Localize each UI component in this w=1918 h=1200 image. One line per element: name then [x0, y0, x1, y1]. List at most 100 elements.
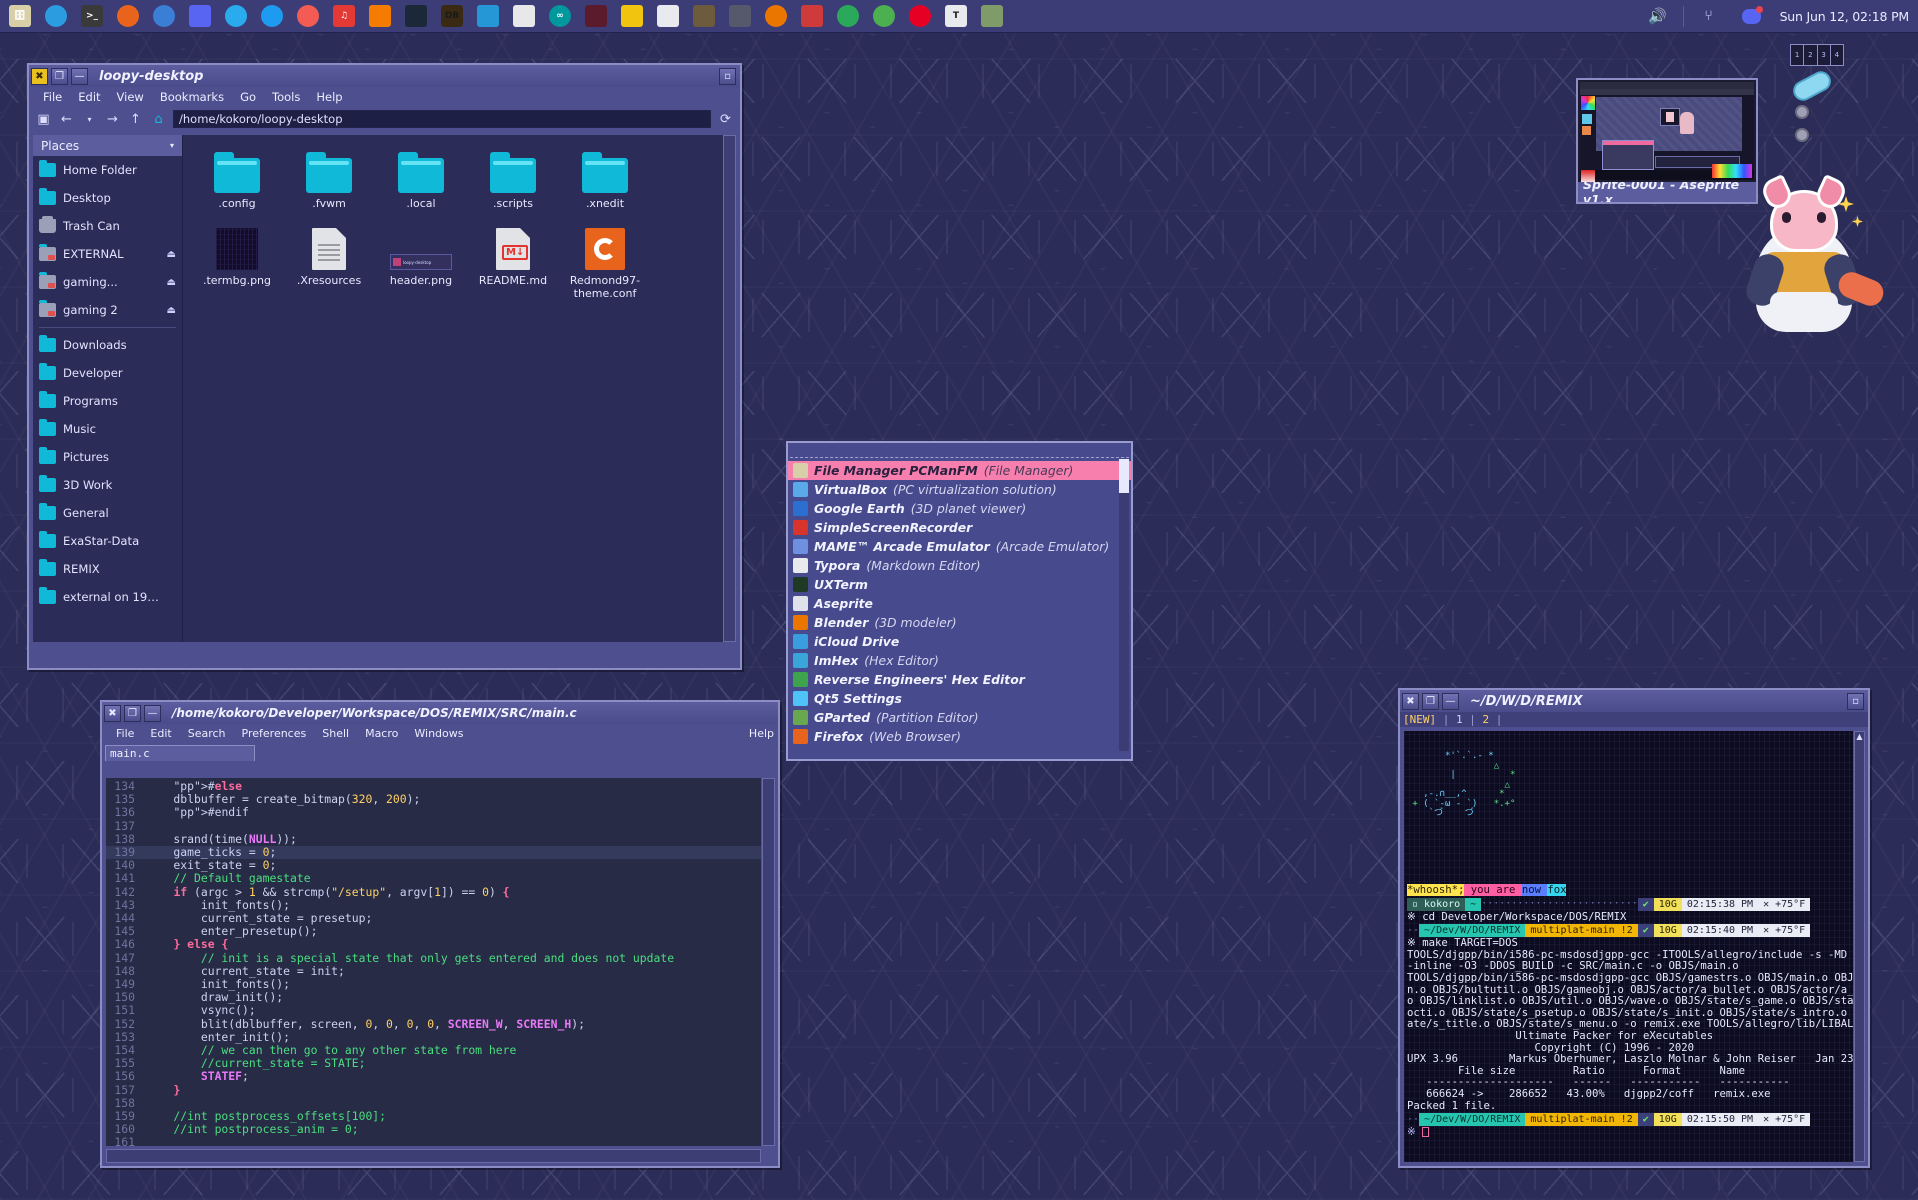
place-item-downloads[interactable]: Downloads	[33, 331, 182, 359]
aseprite-window[interactable]: Sprite-0001 - Aseprite v1.x	[1576, 78, 1758, 204]
dbeaver-icon[interactable]: DB	[436, 2, 468, 31]
refresh-icon[interactable]: ⟳	[717, 112, 734, 127]
app-menu-scrollbar[interactable]	[1119, 459, 1129, 751]
editor-menu-macro[interactable]: Macro	[357, 726, 406, 741]
editor-tab-main-c[interactable]: main.c	[105, 745, 255, 761]
app-menu-item-simplescreenrecorder[interactable]: SimpleScreenRecorder	[788, 518, 1131, 537]
telegram-icon[interactable]	[220, 2, 252, 31]
code-editor-window[interactable]: ✖ ❐ — /home/kokoro/Developer/Workspace/D…	[100, 700, 780, 1168]
app-menu-item-mame-arcade-emulator[interactable]: MAME™ Arcade Emulator (Arcade Emulator)	[788, 537, 1131, 556]
place-item-general[interactable]: General	[33, 499, 182, 527]
pager-desk-3[interactable]: 3	[1818, 45, 1831, 65]
place-item-exastar-data[interactable]: ExaStar-Data	[33, 527, 182, 555]
aseprite-icon[interactable]	[652, 2, 684, 31]
file-manager-titlebar[interactable]: ✖ ❐ — loopy-desktop ▫	[29, 65, 740, 87]
up-icon[interactable]: ↑	[127, 112, 144, 127]
notes-icon[interactable]	[508, 2, 540, 31]
file-manager-scrollbar[interactable]	[723, 135, 736, 642]
file-list[interactable]: .config.fvwm.local.scripts.xnedit.termbg…	[183, 135, 736, 642]
editor-menu-file[interactable]: File	[108, 726, 142, 741]
file-item[interactable]: M↓README.md	[467, 224, 559, 300]
back-icon[interactable]: ←	[58, 112, 75, 127]
terminal-tab-1[interactable]: 1	[1456, 713, 1463, 726]
krita-icon[interactable]	[616, 2, 648, 31]
file-item[interactable]: .Xresources	[283, 224, 375, 300]
terminal-maximize-icon[interactable]: ❐	[1422, 693, 1439, 710]
audacity-icon[interactable]	[796, 2, 828, 31]
close-icon[interactable]: ▫	[719, 68, 736, 85]
editor-menubar[interactable]: FileEditSearchPreferencesShellMacroWindo…	[102, 724, 778, 743]
editor-menu-search[interactable]: Search	[180, 726, 234, 741]
terminal-output[interactable]: *'`.`.- * △ | * △ ,-.∩__,^ * + ( `-ω - `…	[1404, 731, 1853, 1162]
ksnip-icon[interactable]: ⑂	[1693, 2, 1725, 31]
place-item-external-on-19[interactable]: external on 19…	[33, 583, 182, 611]
terminal-tab-2[interactable]: 2	[1483, 713, 1490, 726]
file-manager-menubar[interactable]: FileEditViewBookmarksGoToolsHelp	[29, 87, 740, 106]
gimp-icon[interactable]	[688, 2, 720, 31]
editor-menu-edit[interactable]: Edit	[142, 726, 179, 741]
firefox-icon[interactable]	[112, 2, 144, 31]
terminal-close-icon[interactable]: ▫	[1847, 693, 1864, 710]
place-item-home-folder[interactable]: Home Folder	[33, 156, 182, 184]
pager-desk-4[interactable]: 4	[1831, 45, 1843, 65]
app-menu-item-reverse-engineers-hex-editor[interactable]: Reverse Engineers' Hex Editor	[788, 670, 1131, 689]
workspace-pager[interactable]: 1 2 3 4	[1790, 44, 1844, 66]
app-menu-item-uxterm[interactable]: UXTerm	[788, 575, 1131, 594]
inkscape-icon[interactable]	[724, 2, 756, 31]
fm-menu-edit[interactable]: Edit	[70, 89, 108, 105]
fm-menu-view[interactable]: View	[109, 89, 152, 105]
blender-icon[interactable]	[760, 2, 792, 31]
new-tab-icon[interactable]: ▣	[35, 112, 52, 127]
discord-icon[interactable]	[184, 2, 216, 31]
steam-icon[interactable]	[400, 2, 432, 31]
place-item-developer[interactable]: Developer	[33, 359, 182, 387]
place-item-trash-can[interactable]: Trash Can	[33, 212, 182, 240]
thunderbird-icon[interactable]	[148, 2, 180, 31]
editor-maximize-icon[interactable]: ❐	[124, 705, 141, 722]
app-menu-scroll-thumb[interactable]	[1119, 459, 1129, 493]
minimize-icon[interactable]: —	[71, 68, 88, 85]
files-icon[interactable]: 🗄	[4, 2, 36, 31]
file-item[interactable]: .local	[375, 147, 467, 210]
headphones-icon[interactable]	[832, 2, 864, 31]
code-area[interactable]: 134 "pp">#else135 dblbuffer = create_bit…	[106, 778, 761, 1146]
places-sidebar[interactable]: Places ▾ Home FolderDesktopTrash CanEXTE…	[33, 135, 183, 642]
file-item[interactable]: loopy-desktopheader.png	[375, 224, 467, 300]
app-menu-item-gparted[interactable]: GParted (Partition Editor)	[788, 708, 1131, 727]
maximize-icon[interactable]: ❐	[51, 68, 68, 85]
forward-icon[interactable]: →	[104, 112, 121, 127]
fm-menu-help[interactable]: Help	[308, 89, 350, 105]
history-icon[interactable]: ▾	[81, 115, 98, 124]
terminal-icon[interactable]: >_	[76, 2, 108, 31]
eject-icon[interactable]: ⏏	[167, 249, 176, 260]
chevron-down-icon[interactable]: ▾	[170, 141, 174, 150]
place-item-external[interactable]: EXTERNAL⏏	[33, 240, 182, 268]
obsidian-icon[interactable]	[580, 2, 612, 31]
app-menu-item-file-manager-pcmanfm[interactable]: File Manager PCManFM (File Manager)	[788, 461, 1131, 480]
app-menu-item-aseprite[interactable]: Aseprite	[788, 594, 1131, 613]
typora-icon[interactable]: T	[940, 2, 972, 31]
place-item-gaming-2[interactable]: gaming 2⏏	[33, 296, 182, 324]
pager-desk-1[interactable]: 1	[1791, 45, 1804, 65]
place-item-programs[interactable]: Programs	[33, 387, 182, 415]
arduino-icon[interactable]: ∞	[544, 2, 576, 31]
photos-icon[interactable]	[292, 2, 324, 31]
place-item-pictures[interactable]: Pictures	[33, 443, 182, 471]
editor-vertical-scrollbar[interactable]	[762, 778, 775, 1146]
tree-icon[interactable]	[976, 2, 1008, 31]
eject-icon[interactable]: ⏏	[167, 305, 176, 316]
path-input[interactable]: /home/kokoro/loopy-desktop	[173, 110, 711, 128]
terminal-window-menu-icon[interactable]: ✖	[1402, 693, 1419, 710]
vlc-icon[interactable]	[364, 2, 396, 31]
file-item[interactable]: .termbg.png	[191, 224, 283, 300]
place-item-gaming[interactable]: gaming...⏏	[33, 268, 182, 296]
scroll-up-icon[interactable]: ▲	[1855, 732, 1864, 741]
place-item-desktop[interactable]: Desktop	[33, 184, 182, 212]
application-menu[interactable]: File Manager PCManFM (File Manager)Virtu…	[786, 441, 1133, 761]
clock[interactable]: Sun Jun 12, 02:18 PM	[1777, 9, 1909, 24]
app-menu-item-firefox[interactable]: Firefox (Web Browser)	[788, 727, 1131, 746]
file-item[interactable]: .fvwm	[283, 147, 375, 210]
home-icon[interactable]: ⌂	[150, 112, 167, 127]
keepassxc-icon[interactable]	[868, 2, 900, 31]
file-manager-window[interactable]: ✖ ❐ — loopy-desktop ▫ FileEditViewBookma…	[27, 63, 742, 670]
